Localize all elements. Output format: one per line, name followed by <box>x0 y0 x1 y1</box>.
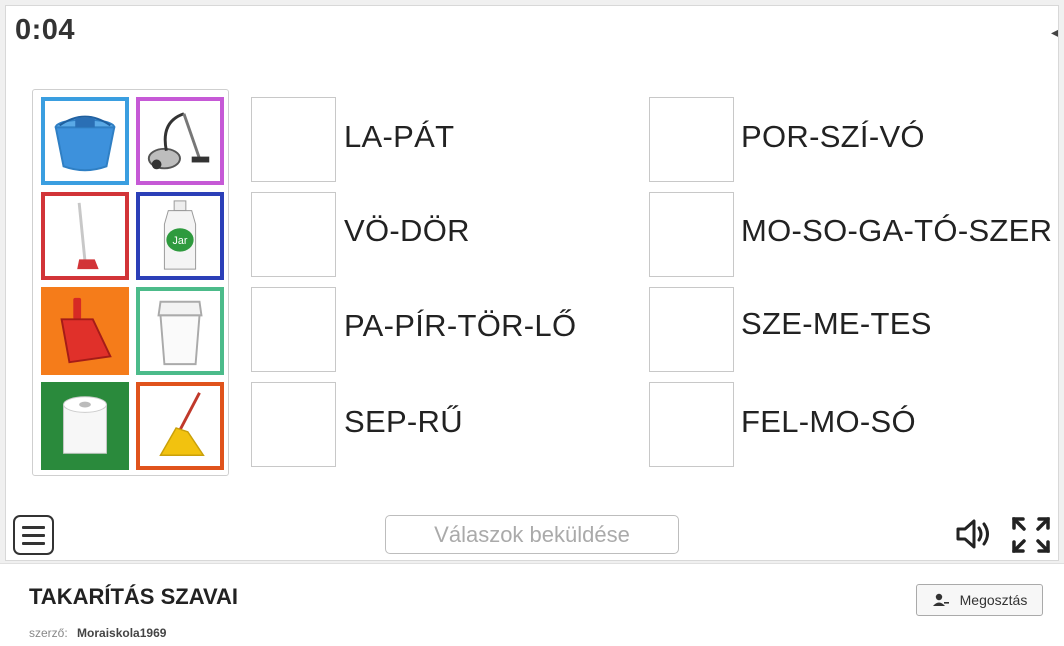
tile-broom[interactable] <box>41 192 129 280</box>
word-label-3: PA-PÍR-TÖR-LŐ <box>344 308 577 343</box>
activity-info-bar: TAKARÍTÁS SZAVAI szerző: Moraiskola1969 … <box>0 563 1064 646</box>
broom-icon <box>77 202 99 270</box>
fullscreen-button[interactable] <box>1011 516 1051 554</box>
word-label-5: POR-SZÍ-VÓ <box>741 119 925 154</box>
word-label-7: SZE-ME-TES <box>741 306 932 341</box>
vacuum-icon <box>147 112 210 170</box>
dish-soap-icon: Jar <box>163 200 197 270</box>
word-label-1: LA-PÁT <box>344 119 455 154</box>
image-tray: Jar <box>32 89 229 476</box>
submit-answers-button[interactable]: Válaszok beküldése <box>385 515 679 554</box>
dustpan-icon <box>60 297 112 364</box>
share-button[interactable]: Megosztás <box>916 584 1043 616</box>
tile-trash-bin[interactable] <box>136 287 224 375</box>
tile-vacuum[interactable] <box>136 97 224 185</box>
collapse-arrow-icon[interactable]: ◂ <box>1051 24 1058 41</box>
menu-button[interactable] <box>13 515 54 555</box>
drop-zone-3[interactable] <box>251 287 336 372</box>
speaker-icon <box>956 519 989 549</box>
tile-bucket[interactable] <box>41 97 129 185</box>
word-label-6: MO-SO-GA-TÓ-SZER <box>741 213 1053 248</box>
mop-icon <box>159 392 205 456</box>
trash-bin-icon <box>157 300 203 366</box>
drop-zone-4[interactable] <box>251 382 336 467</box>
svg-text:Jar: Jar <box>173 235 188 247</box>
drop-zone-2[interactable] <box>251 192 336 277</box>
share-label: Megosztás <box>959 592 1028 608</box>
author-name[interactable]: Moraiskola1969 <box>77 626 166 640</box>
menu-icon <box>22 525 45 529</box>
paper-towel-icon <box>63 396 107 454</box>
sound-button[interactable] <box>954 516 994 552</box>
word-label-2: VÖ-DÖR <box>344 213 470 248</box>
word-label-4: SEP-RŰ <box>344 404 463 439</box>
tile-mop[interactable] <box>136 382 224 470</box>
tile-dustpan[interactable] <box>41 287 129 375</box>
word-label-8: FEL-MO-SÓ <box>741 404 916 439</box>
drop-zone-8[interactable] <box>649 382 734 467</box>
tile-dish-soap[interactable]: Jar <box>136 192 224 280</box>
tile-paper-towel[interactable] <box>41 382 129 470</box>
user-icon <box>932 593 949 606</box>
author-label: szerző: <box>29 626 68 640</box>
activity-title: TAKARÍTÁS SZAVAI <box>29 584 238 609</box>
author-line: szerző: Moraiskola1969 <box>29 626 166 640</box>
drop-zone-5[interactable] <box>649 97 734 182</box>
fullscreen-icon <box>1012 517 1050 553</box>
timer: 0:04 <box>15 14 76 46</box>
game-frame: 0:04 ◂ Jar LA-PÁT VÖ-DÖR PA-PÍR-TÖR-LŐ S… <box>5 5 1059 561</box>
drop-zone-1[interactable] <box>251 97 336 182</box>
bucket-icon <box>54 115 116 172</box>
drop-zone-6[interactable] <box>649 192 734 277</box>
drop-zone-7[interactable] <box>649 287 734 372</box>
